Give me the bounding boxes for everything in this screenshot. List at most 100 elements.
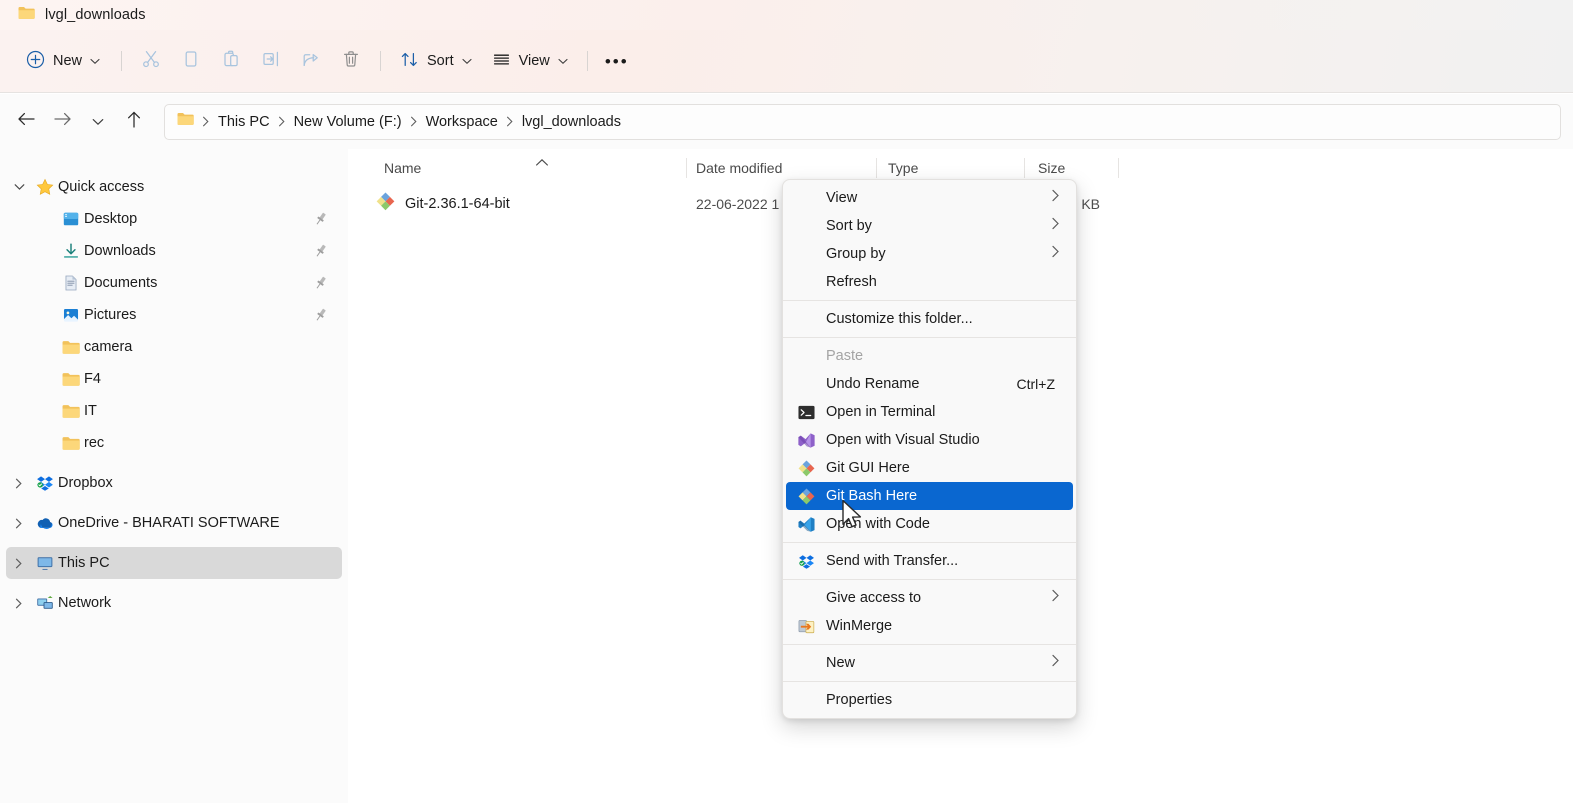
toolbar-divider-2 [380,51,382,71]
sidebar-item-pictures[interactable]: Pictures [6,299,342,331]
menu-item-new[interactable]: New [786,649,1073,677]
sidebar-item-icon [58,404,84,419]
chevron-down-icon [92,113,104,131]
menu-item-customize-this-folder[interactable]: Customize this folder... [786,305,1073,333]
menu-item-paste: Paste [786,342,1073,370]
sidebar-item-quick-access[interactable]: Quick access [6,171,342,203]
sidebar-item-network[interactable]: Network [6,587,342,619]
column-divider[interactable] [686,158,687,178]
ellipsis-icon: ••• [604,51,629,71]
menu-item-properties[interactable]: Properties [786,686,1073,714]
sidebar-item-label: Desktop [84,211,138,227]
file-date-modified: 22-06-2022 1 [696,196,780,212]
file-explorer-window: lvgl_downloads New Sort View ••• This PC… [0,0,1573,803]
back-button[interactable] [8,104,44,140]
breadcrumb-item-1[interactable]: This PC [212,110,276,134]
pin-icon[interactable] [314,276,328,291]
menu-item-winmerge[interactable]: WinMerge [786,612,1073,640]
sidebar-item-camera[interactable]: camera [6,331,342,363]
copy-button[interactable] [171,43,211,79]
breadcrumb-item-3[interactable]: Workspace [420,110,504,134]
new-button[interactable]: New [18,43,112,79]
menu-item-send-with-transfer[interactable]: Send with Transfer... [786,547,1073,575]
copy-icon [181,49,201,74]
chevron-right-icon[interactable] [6,478,32,489]
menu-item-git-bash-here[interactable]: Git Bash Here [786,482,1073,510]
column-divider[interactable] [876,158,877,178]
file-name-cell: Git-2.36.1-64-bit [376,192,510,216]
folder-icon [62,372,80,387]
sidebar-item-onedrive-bharati-software[interactable]: OneDrive - BHARATI SOFTWARE [6,507,342,539]
menu-item-open-with-visual-studio[interactable]: Open with Visual Studio [786,426,1073,454]
forward-button[interactable] [44,104,80,140]
sidebar-item-label: Quick access [58,179,145,195]
breadcrumb-item-4[interactable]: lvgl_downloads [516,110,627,134]
menu-item-label: Open with Code [826,516,930,532]
toolbar-divider-3 [586,51,588,71]
menu-item-label: Sort by [826,218,872,234]
pin-icon[interactable] [314,244,328,259]
cut-button[interactable] [131,43,171,79]
menu-item-git-gui-here[interactable]: Git GUI Here [786,454,1073,482]
sidebar-item-downloads[interactable]: Downloads [6,235,342,267]
navigation-pane: Quick access Desktop Downloads Documents Pic… [0,149,348,803]
sidebar-item-it[interactable]: IT [6,395,342,427]
up-button[interactable] [116,104,152,140]
menu-item-give-access-to[interactable]: Give access to [786,584,1073,612]
delete-button[interactable] [331,43,371,79]
menu-item-group-by[interactable]: Group by [786,240,1073,268]
sort-button-label: Sort [427,53,454,69]
menu-item-undo-rename[interactable]: Undo Rename Ctrl+Z [786,370,1073,398]
sidebar-item-documents[interactable]: Documents [6,267,342,299]
sidebar-item-dropbox[interactable]: Dropbox [6,467,342,499]
sidebar-item-label: Documents [84,275,158,291]
chevron-right-icon[interactable] [6,598,32,609]
vscode-icon [797,515,815,533]
scissors-icon [141,49,161,74]
overflow-menu-button[interactable]: ••• [597,43,637,79]
menu-item-view[interactable]: View [786,184,1073,212]
share-button[interactable] [291,43,331,79]
sort-button[interactable]: Sort [390,43,482,79]
paste-button[interactable] [211,43,251,79]
pin-icon[interactable] [314,308,328,323]
network-icon [36,594,54,612]
sidebar-item-this-pc[interactable]: This PC [6,547,342,579]
tab-title: lvgl_downloads [45,7,146,23]
chevron-right-icon[interactable] [6,518,32,529]
sidebar-item-desktop[interactable]: Desktop [6,203,342,235]
menu-item-refresh[interactable]: Refresh [786,268,1073,296]
sidebar-item-icon [32,514,58,532]
menu-item-label: Paste [826,348,864,364]
menu-item-label: Git GUI Here [826,460,910,476]
column-header-name[interactable]: Name [384,149,421,187]
chevron-down-icon[interactable] [6,183,32,191]
dropbox-icon [36,474,54,492]
rename-button[interactable] [251,43,291,79]
column-header-date-modified[interactable]: Date modified [696,149,782,187]
sidebar-item-rec[interactable]: rec [6,427,342,459]
column-divider[interactable] [1024,158,1025,178]
document-icon [62,274,80,292]
view-button[interactable]: View [482,43,578,79]
sidebar-item-icon [32,474,58,492]
menu-separator [783,300,1076,301]
recent-locations-button[interactable] [80,104,116,140]
menu-item-open-in-terminal[interactable]: Open in Terminal [786,398,1073,426]
menu-item-sort-by[interactable]: Sort by [786,212,1073,240]
column-divider[interactable] [1118,158,1119,178]
sidebar-item-label: OneDrive - BHARATI SOFTWARE [58,515,280,531]
sidebar-item-icon [58,436,84,451]
address-bar[interactable]: This PC New Volume (F:) Workspace lvgl_down… [164,103,1561,140]
menu-item-open-with-code[interactable]: Open with Code [786,510,1073,538]
menu-item-label: Group by [826,246,886,262]
sidebar-item-icon [58,242,84,260]
menu-item-label: Give access to [826,590,922,606]
pin-icon[interactable] [314,212,328,227]
chevron-right-icon[interactable] [6,558,32,569]
breadcrumb-item-2[interactable]: New Volume (F:) [288,110,408,134]
sidebar-item-f4[interactable]: F4 [6,363,342,395]
menu-item-accelerator: Ctrl+Z [1016,376,1056,392]
